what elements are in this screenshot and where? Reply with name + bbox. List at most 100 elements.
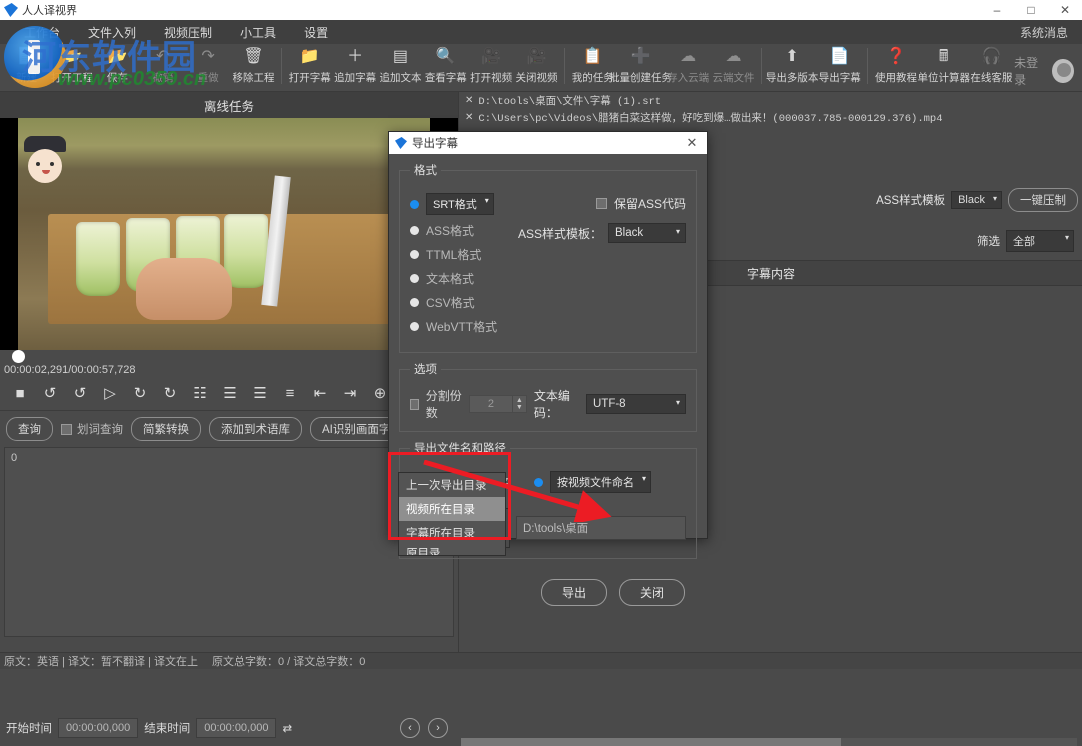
split-count-checkbox[interactable] [410, 398, 419, 410]
toolbar-button-add-subtitle[interactable]: ＋ 追加字幕 [332, 44, 377, 90]
split-count-input[interactable]: 2 [468, 395, 513, 413]
player-rewind-3s-button[interactable]: ↺ [36, 380, 64, 406]
radio-dot[interactable] [410, 250, 419, 259]
toolbar-button-export-subtitle[interactable]: 📄 导出字幕 [817, 44, 862, 90]
name-by-video-option[interactable]: 按视频文件命名 [534, 471, 652, 493]
player-rewind-1s-button[interactable]: ↺ [66, 380, 94, 406]
query-button[interactable]: 查询 [6, 417, 53, 441]
format-option-text[interactable]: 文本格式 [410, 270, 686, 287]
toolbar-button-help[interactable]: ❓ 使用教程 [873, 44, 918, 90]
toolbar-button-headset[interactable]: 🎧 在线客服 [969, 44, 1014, 90]
format-option-csv[interactable]: CSV格式 [410, 294, 686, 311]
file-entry-row[interactable]: ✕ D:\tools\桌面\文件\字幕 (1).srt [459, 92, 1082, 109]
seek-handle[interactable] [12, 350, 25, 363]
horizontal-scrollbar[interactable] [461, 738, 1077, 746]
dialog-close-button[interactable]: 关闭 [618, 579, 685, 606]
close-button[interactable]: ✕ [1048, 0, 1082, 20]
simplified-traditional-button[interactable]: 简繁转换 [131, 417, 201, 441]
ass-template-select[interactable]: Black [951, 191, 1002, 209]
menu-item-settings[interactable]: 设置 [290, 24, 342, 41]
toolbar-button-redo[interactable]: ↷ 重做 [185, 44, 230, 90]
checkbox-box[interactable] [595, 198, 607, 209]
dropdown-item-0[interactable]: 上一次导出目录 [399, 473, 505, 497]
filter-select[interactable]: 全部 [1006, 230, 1074, 252]
format-option-webvtt[interactable]: WebVTT格式 [410, 318, 686, 335]
menu-item-video-encode[interactable]: 视频压制 [150, 24, 226, 41]
menu-item-workbench[interactable]: 工作台 [10, 24, 74, 41]
toolbar-button-open-video[interactable]: 🎥 打开视频 [469, 44, 514, 90]
toolbar-button-export-multi-version[interactable]: ⬆ 导出多版本 [765, 44, 819, 90]
player-set-end-button[interactable]: ⇥ [336, 380, 364, 406]
export-directory-dropdown[interactable]: 上一次导出目录 视频所在目录 字幕所在目录 原目录 [398, 472, 506, 556]
menu-item-file-queue[interactable]: 文件入列 [74, 24, 150, 41]
radio-dot[interactable] [410, 199, 419, 209]
toolbar-button-label: 导出字幕 [818, 72, 861, 84]
subtitle-editor[interactable]: 0 [4, 447, 454, 637]
start-time-input[interactable]: 00:00:00,000 [58, 718, 139, 738]
ass-style-select[interactable]: Black [608, 223, 686, 243]
remove-file-icon[interactable]: ✕ [465, 112, 473, 124]
toolbar-button-open-subtitle[interactable]: 📁 打开字幕 [287, 44, 332, 90]
player-align-middle-button[interactable]: ☰ [216, 380, 244, 406]
system-message-link[interactable]: 系统消息 [1020, 24, 1068, 41]
word-query-checkbox[interactable]: 划词查询 [61, 421, 123, 437]
toolbar-button-calculator[interactable]: 🖩 单位计算器 [917, 44, 970, 90]
player-align-left-button[interactable]: ≡ [276, 380, 304, 406]
toolbar-button-add-text[interactable]: ▤ 追加文本 [378, 44, 423, 90]
dropdown-item-3[interactable]: 原目录 [399, 545, 505, 555]
toolbar-button-trash[interactable]: 🗑 移除工程 [231, 44, 276, 90]
avatar[interactable] [1052, 59, 1074, 83]
end-time-input[interactable]: 00:00:00,000 [196, 718, 277, 738]
toolbar-button-view-subtitle[interactable]: 🔍 查看字幕 [423, 44, 468, 90]
toolbar-button-new-file[interactable]: 📄 新建 [4, 44, 49, 90]
app-logo-icon [4, 3, 18, 17]
adjust-icon: ☷ [193, 385, 207, 402]
dialog-close-icon[interactable]: ✕ [677, 135, 707, 151]
radio-dot[interactable] [410, 298, 419, 307]
file-entry-row[interactable]: ✕ C:\Users\pc\Videos\腊猪白菜这样做，好吃到爆…做出来！(0… [459, 109, 1082, 126]
ass-style-row: ASS样式模板： Black [518, 223, 686, 243]
one-click-compress-button[interactable]: 一键压制 [1008, 188, 1078, 212]
player-forward-1s-button[interactable]: ↻ [126, 380, 154, 406]
checkbox-box[interactable] [61, 423, 72, 435]
radio-dot[interactable] [410, 274, 419, 283]
toolbar-button-label: 导出多版本 [765, 72, 819, 84]
player-forward-3s-button[interactable]: ↻ [156, 380, 184, 406]
next-subtitle-button[interactable]: › [428, 718, 448, 738]
toolbar-button-open-project[interactable]: 📂 打开工程 [49, 44, 94, 90]
split-count-stepper[interactable]: ▲ ▼ [512, 395, 527, 413]
swap-time-icon[interactable]: ⇄ [282, 721, 292, 735]
toolbar-button-upload-cloud[interactable]: ☁ 存入云端 [665, 44, 710, 90]
login-area[interactable]: 未登录 [1014, 44, 1082, 88]
radio-dot[interactable] [410, 226, 419, 235]
export-path-input[interactable]: D:\tools\桌面 [516, 516, 686, 540]
toolbar-button-undo[interactable]: ↶ 撤销 [140, 44, 185, 90]
toolbar-button-save[interactable]: 📂 保存 [95, 44, 140, 90]
add-to-glossary-button[interactable]: 添加到术语库 [209, 417, 302, 441]
player-adjust-button[interactable]: ☷ [186, 380, 214, 406]
player-set-start-button[interactable]: ⇤ [306, 380, 334, 406]
player-stop-button[interactable]: ■ [6, 380, 34, 406]
format-option-ttml[interactable]: TTML格式 [410, 246, 686, 263]
ass-style-label: ASS样式模板： [517, 226, 602, 241]
maximize-button[interactable]: □ [1014, 0, 1048, 20]
toolbar-button-label: 打开字幕 [288, 72, 331, 84]
toolbar-button-batch-create-task[interactable]: ➕ 批量创建任务 [609, 44, 672, 90]
minimize-button[interactable]: – [980, 0, 1014, 20]
player-play-button[interactable]: ▷ [96, 380, 124, 406]
keep-ass-code-checkbox[interactable]: 保留ASS代码 [595, 195, 686, 212]
scrollbar-thumb[interactable] [461, 738, 841, 746]
player-align-bottom-button[interactable]: ☰ [246, 380, 274, 406]
toolbar-button-close-video[interactable]: 🎥 关闭视频 [514, 44, 559, 90]
encoding-select[interactable]: UTF-8 [585, 394, 686, 414]
offline-task-header: 离线任务 [0, 92, 458, 118]
menu-item-tools[interactable]: 小工具 [226, 24, 290, 41]
prev-subtitle-button[interactable]: ‹ [400, 718, 420, 738]
export-button[interactable]: 导出 [540, 579, 607, 606]
dropdown-item-1[interactable]: 视频所在目录 [399, 497, 505, 521]
radio-dot[interactable] [534, 477, 544, 487]
toolbar-button-cloud-file[interactable]: ☁ 云端文件 [711, 44, 756, 90]
dropdown-item-2[interactable]: 字幕所在目录 [399, 521, 505, 545]
remove-file-icon[interactable]: ✕ [465, 95, 473, 107]
radio-dot[interactable] [410, 322, 419, 331]
